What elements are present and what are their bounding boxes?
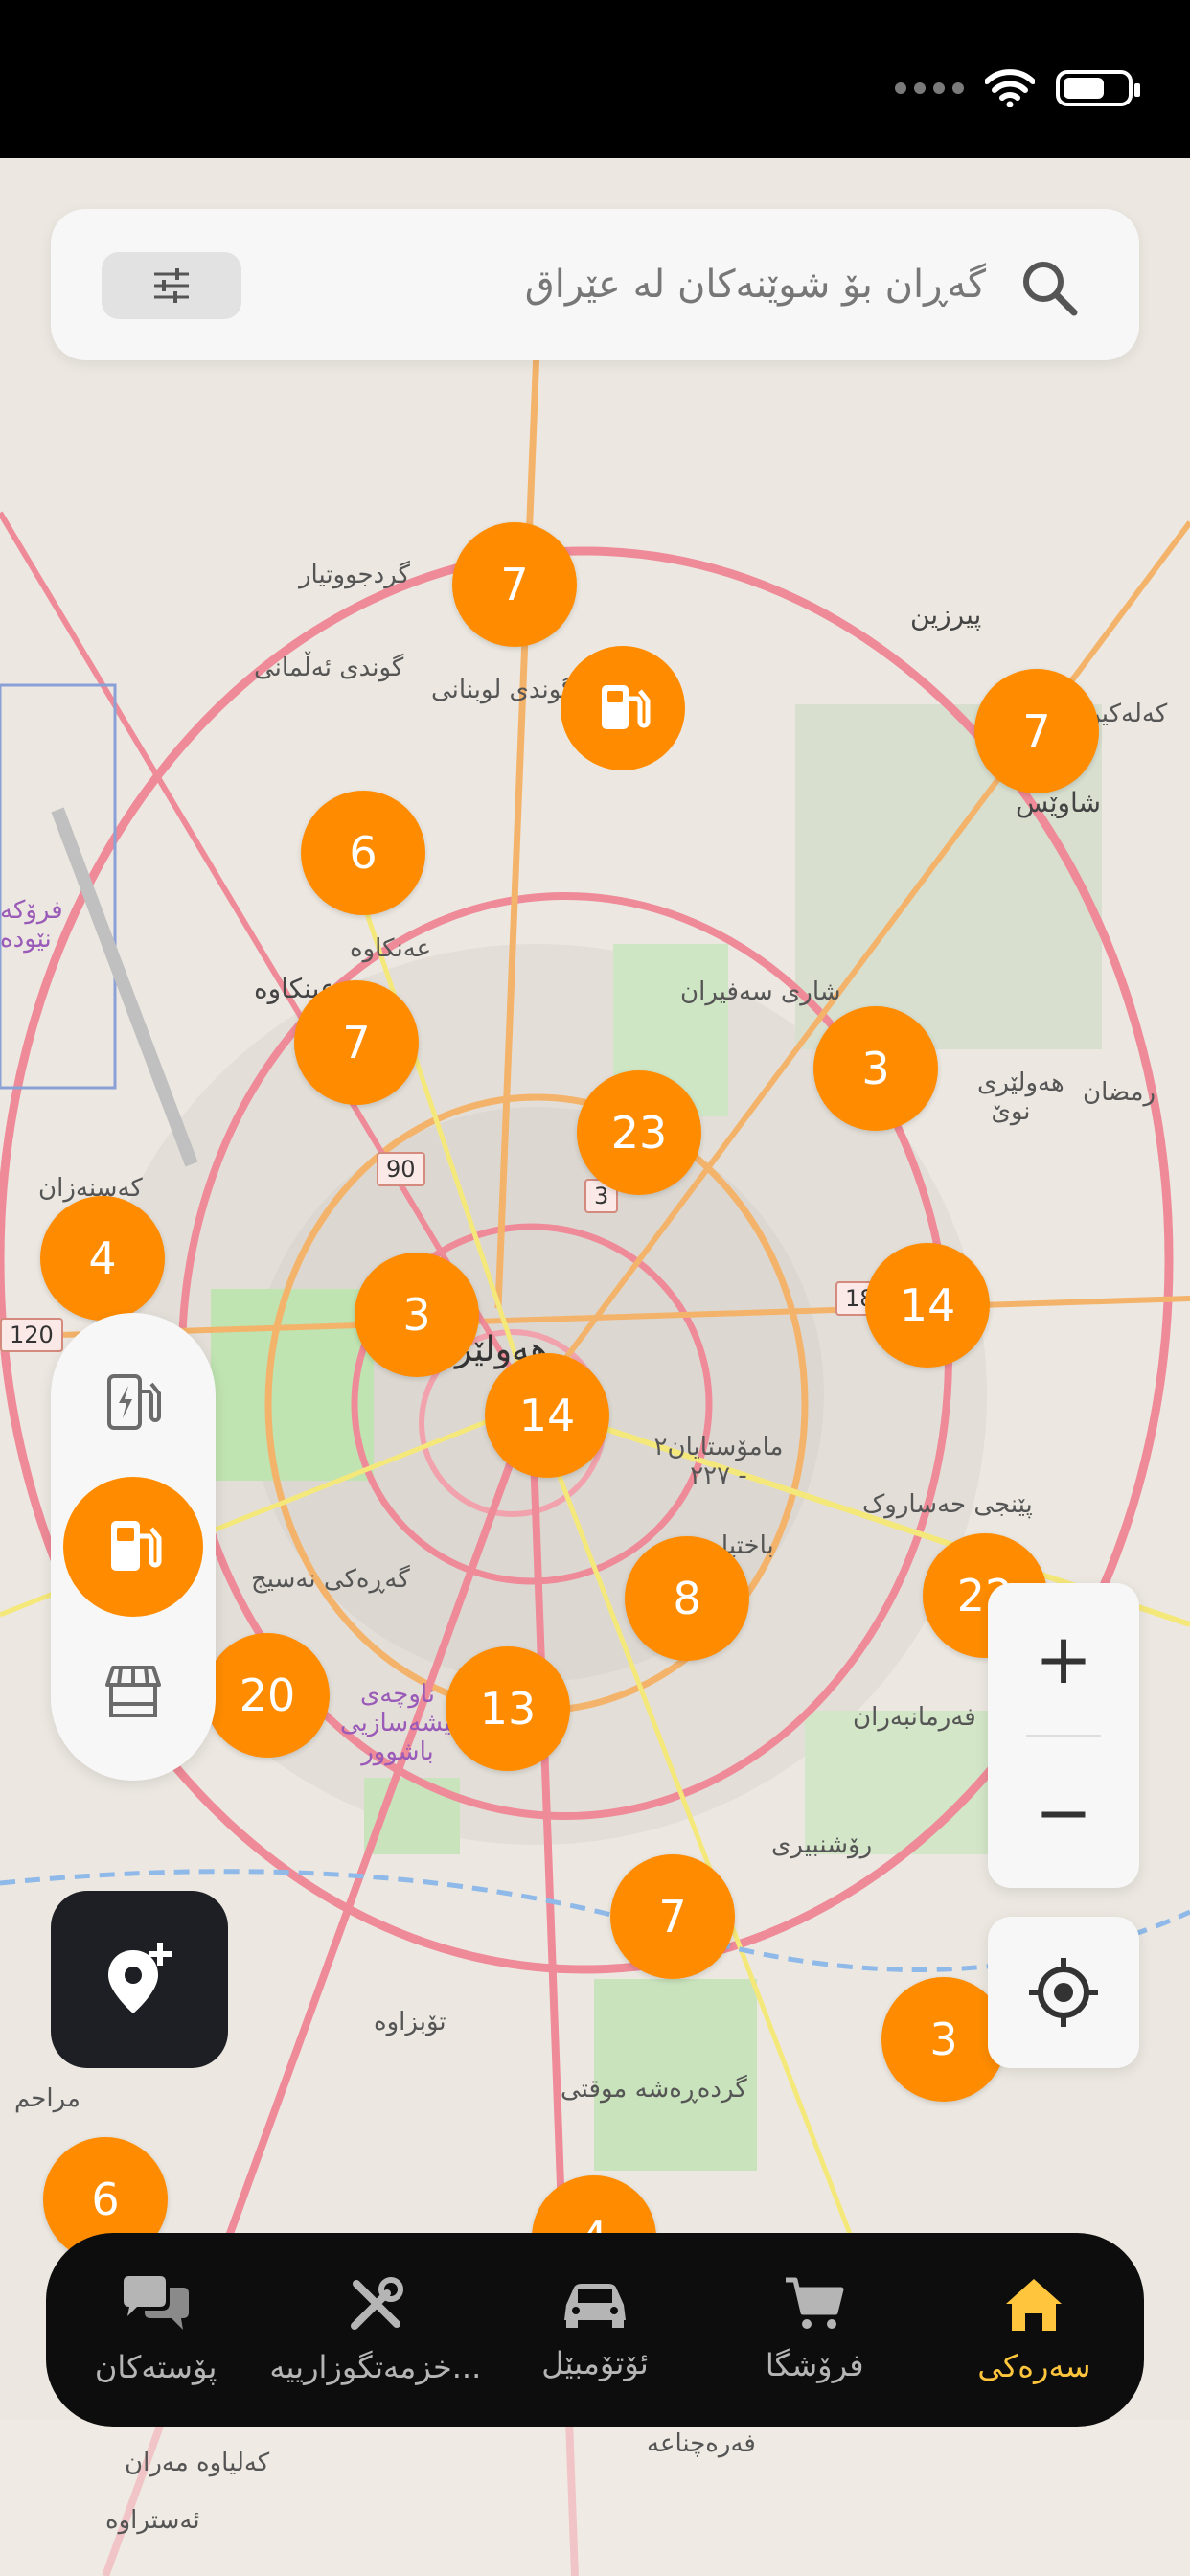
- map-label-astrawa: ئەستراوە: [105, 2506, 200, 2535]
- cluster-marker[interactable]: 23: [577, 1070, 701, 1195]
- nav-store[interactable]: فرۆشگا: [705, 2233, 925, 2426]
- nav-label: سەرەکی: [977, 2348, 1091, 2384]
- map-label-mamostayan: مامۆستایان٢ - ٢٢٧: [653, 1433, 784, 1490]
- map-label-gundi-lubnani: گوندی لوبنانی: [431, 676, 574, 704]
- nav-services[interactable]: خزمەتگوزارییە...: [265, 2233, 485, 2426]
- fuel-filter-button[interactable]: [63, 1477, 203, 1617]
- my-location-button[interactable]: [988, 1917, 1139, 2068]
- fuel-pump-icon: [602, 685, 651, 729]
- ev-charging-icon: [107, 1374, 161, 1430]
- map-label-mrahim: مراحم: [14, 2084, 80, 2113]
- map-label-gurdjuwtiyar: گردجووتیار: [299, 561, 410, 589]
- store-filter-button[interactable]: [63, 1622, 203, 1761]
- cluster-marker[interactable]: 6: [301, 791, 425, 915]
- map-label-garaki-nasej: گەڕەکی نەسیج: [251, 1565, 410, 1594]
- fuel-pump-icon: [111, 1521, 162, 1571]
- ev-charging-filter-button[interactable]: [63, 1332, 203, 1472]
- map-label-garda-rasha: گردەڕەشە موقتی: [561, 2075, 747, 2104]
- status-icons: [895, 69, 1140, 107]
- minus-icon: −: [1034, 1772, 1093, 1852]
- add-place-button[interactable]: [51, 1891, 228, 2068]
- search-icon: [1023, 262, 1078, 316]
- map-label-roshnbiri: رۆشنبیری: [771, 1830, 873, 1859]
- add-location-icon: [107, 1942, 172, 2013]
- map-label-tuzawa: تۆبزاوە: [374, 2008, 446, 2036]
- store-icon: [105, 1666, 161, 1717]
- road-shield: 90: [377, 1152, 425, 1186]
- nav-label: خزمەتگوزارییە...: [269, 2349, 482, 2385]
- cluster-marker[interactable]: 14: [485, 1353, 609, 1478]
- map-label-airport: فرۆکە نێودە: [0, 896, 63, 954]
- map-label-hawlery-nwe: هەولێری نوێ: [977, 1069, 1064, 1126]
- crosshair-icon: [1029, 1958, 1098, 2027]
- cluster-marker[interactable]: 14: [865, 1243, 990, 1368]
- cluster-marker[interactable]: 20: [205, 1633, 330, 1758]
- cluster-marker[interactable]: 3: [355, 1253, 479, 1377]
- map-label-farmanbaran: فەرمانبەران: [853, 1703, 976, 1732]
- zoom-controls: + −: [988, 1583, 1139, 1888]
- cluster-marker[interactable]: 7: [452, 522, 577, 647]
- cluster-marker[interactable]: 7: [610, 1854, 735, 1979]
- nav-label: پۆستەکان: [94, 2349, 217, 2385]
- home-icon: [1006, 2279, 1063, 2331]
- zoom-out-button[interactable]: −: [988, 1736, 1139, 1888]
- sliders-icon: [154, 268, 189, 303]
- map-label-gundi-alamani: گوندی ئەڵمانی: [254, 654, 404, 682]
- plus-icon: +: [1034, 1619, 1093, 1699]
- zoom-in-button[interactable]: +: [988, 1583, 1139, 1735]
- map-label-ankawa: عەنکاوە: [350, 934, 432, 963]
- nav-cars[interactable]: ئۆتۆمبێل: [485, 2233, 704, 2426]
- cluster-marker[interactable]: 3: [813, 1006, 938, 1131]
- cart-icon: [786, 2277, 844, 2329]
- chat-icon: [123, 2276, 189, 2330]
- cluster-marker[interactable]: 7: [294, 980, 419, 1105]
- nav-posts[interactable]: پۆستەکان: [46, 2233, 265, 2426]
- map-label-ramadan: رمضان: [1083, 1078, 1156, 1107]
- station-type-selector[interactable]: [51, 1313, 216, 1781]
- cluster-marker[interactable]: 7: [974, 669, 1099, 794]
- cluster-marker[interactable]: 8: [625, 1536, 749, 1661]
- map-label-farajnaa: فەرەچناعە: [647, 2429, 756, 2458]
- nav-label: ئۆتۆمبێل: [541, 2345, 649, 2381]
- search-bar[interactable]: گەڕان بۆ شوێنەکان لە عێراق: [51, 209, 1139, 360]
- road-shield: 120: [0, 1318, 63, 1352]
- map-label-penji-hasarok: پێنجی حەساروک: [862, 1490, 1033, 1519]
- car-icon: [564, 2284, 626, 2328]
- map-label-kalyawa: کەلیاوە مەران: [125, 2449, 270, 2477]
- tools-icon: [350, 2277, 403, 2330]
- nav-home[interactable]: سەرەکی: [925, 2233, 1144, 2426]
- status-bar: [0, 0, 1190, 158]
- search-input[interactable]: گەڕان بۆ شوێنەکان لە عێراق: [525, 209, 986, 360]
- fuel-station-marker[interactable]: [561, 646, 685, 770]
- nav-label: فرۆشگا: [765, 2347, 864, 2383]
- wifi-icon: [985, 69, 1035, 107]
- cluster-marker[interactable]: 13: [446, 1646, 570, 1771]
- bottom-navigation: پۆستەکان خزمەتگوزارییە... ئۆتۆمبێل فرۆشگ…: [46, 2233, 1144, 2426]
- signal-dots-icon: [895, 82, 964, 94]
- battery-icon: [1056, 70, 1140, 106]
- map-label-shari-safiran: شاری سەفیران: [680, 978, 841, 1006]
- map-label-pirzin: پیرزین: [910, 599, 982, 631]
- filter-button[interactable]: [102, 252, 241, 319]
- cluster-marker[interactable]: 4: [40, 1196, 165, 1321]
- map-label-pishasazi: ناوچەی پیشەسازیی باشوور: [340, 1680, 459, 1766]
